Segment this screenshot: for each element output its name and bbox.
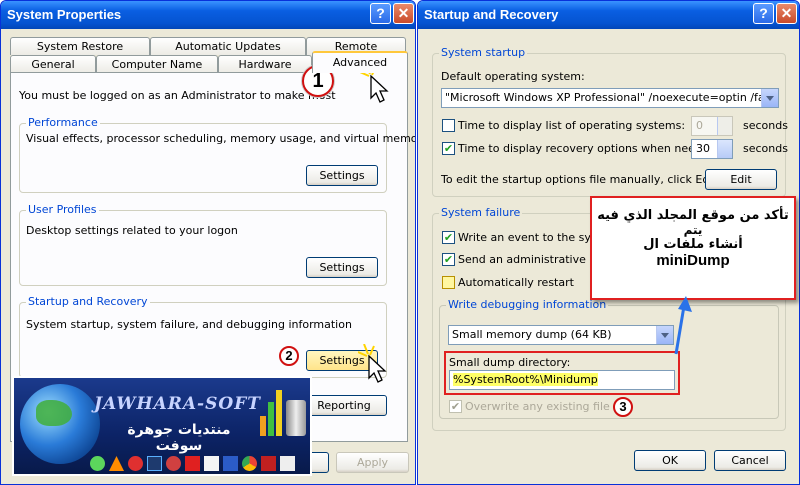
user-profiles-settings-button[interactable]: Settings xyxy=(306,257,378,278)
time-list-seconds: seconds xyxy=(743,119,788,132)
marker-3: 3 xyxy=(613,397,633,417)
time-list-checkbox[interactable] xyxy=(442,119,455,132)
performance-group: Performance Visual effects, processor sc… xyxy=(19,116,415,193)
tab-automatic-updates[interactable]: Automatic Updates xyxy=(150,37,306,55)
app-icon xyxy=(280,456,295,471)
app-icon xyxy=(261,456,276,471)
default-os-label: Default operating system: xyxy=(441,70,585,83)
time-recovery-spinner[interactable]: 30 xyxy=(691,139,733,159)
tab-advanced[interactable]: Advanced xyxy=(312,51,408,73)
system-startup-group: System startup Default operating system:… xyxy=(432,46,788,197)
system-startup-title: System startup xyxy=(439,46,528,59)
admin-note: You must be logged on as an Administrato… xyxy=(19,89,339,102)
bar-chart-icon xyxy=(260,388,282,436)
time-recovery-label: Time to display recovery options when ne… xyxy=(458,142,720,155)
spinner-arrows-icon[interactable] xyxy=(717,140,732,158)
arrow-up-icon xyxy=(674,296,692,355)
startup-recovery-group: Startup and Recovery System startup, sys… xyxy=(19,295,387,378)
callout-line-3: أنشاء ملفات ال xyxy=(643,237,743,252)
time-recovery-checkbox[interactable]: ✔ xyxy=(442,142,455,155)
callout-line-2: يتم xyxy=(683,223,703,237)
app-icon xyxy=(147,456,162,471)
auto-restart-label: Automatically restart xyxy=(458,276,574,289)
app-icon xyxy=(109,456,124,471)
dialog-title: Startup and Recovery xyxy=(424,7,559,22)
help-button[interactable]: ? xyxy=(370,3,391,24)
tab-computer-name[interactable]: Computer Name xyxy=(96,55,218,73)
time-recovery-value: 30 xyxy=(696,142,710,155)
help-button[interactable]: ? xyxy=(753,3,774,24)
app-icon xyxy=(204,456,219,471)
app-icon xyxy=(185,456,200,471)
brand-subtitle: منتديات جوهرة سوفت xyxy=(127,422,231,454)
app-icon xyxy=(242,456,257,471)
write-event-checkbox[interactable]: ✔ xyxy=(442,231,455,244)
dialog-titlebar: Startup and Recovery xyxy=(418,1,799,29)
time-list-label: Time to display list of operating system… xyxy=(458,119,686,132)
callout-line-1: تأكد من موقع المجلد الذي فيه xyxy=(597,208,789,223)
time-list-spinner: 0 xyxy=(691,116,733,136)
trash-bin-icon xyxy=(286,400,306,436)
default-os-select[interactable]: "Microsoft Windows XP Professional" /noe… xyxy=(441,88,779,108)
time-recovery-seconds: seconds xyxy=(743,142,788,155)
debug-type-select[interactable]: Small memory dump (64 KB) xyxy=(448,325,674,345)
window-title: System Properties xyxy=(7,7,122,22)
callout-box: تأكد من موقع المجلد الذي فيه يتم أنشاء م… xyxy=(590,196,796,300)
app-icon xyxy=(90,456,105,471)
debug-info-title: Write debugging information xyxy=(446,298,609,311)
callout-line-4: miniDump xyxy=(656,252,730,269)
edit-button[interactable]: Edit xyxy=(705,169,777,190)
close-button[interactable]: ✕ xyxy=(393,3,414,24)
tab-general[interactable]: General xyxy=(10,55,96,73)
app-icon xyxy=(128,456,143,471)
spinner-arrows-icon xyxy=(717,117,732,135)
performance-title: Performance xyxy=(26,116,100,129)
overwrite-label: Overwrite any existing file xyxy=(465,400,610,413)
apply-button: Apply xyxy=(336,452,409,473)
performance-settings-button[interactable]: Settings xyxy=(306,165,378,186)
chevron-down-icon[interactable] xyxy=(761,89,778,107)
app-icon xyxy=(223,456,238,471)
brand-name: JAWHARA-SOFT xyxy=(94,394,261,414)
cancel-button[interactable]: Cancel xyxy=(714,450,786,471)
default-os-value: "Microsoft Windows XP Professional" /noe… xyxy=(445,91,779,104)
edit-note: To edit the startup options file manuall… xyxy=(441,173,721,186)
globe-land-icon xyxy=(36,400,72,426)
ok-button[interactable]: OK xyxy=(634,450,706,471)
app-icon xyxy=(166,456,181,471)
cursor-icon xyxy=(358,344,387,383)
startup-recovery-desc: System startup, system failure, and debu… xyxy=(26,318,352,331)
dump-dir-highlight xyxy=(444,351,680,395)
system-properties-titlebar: System Properties xyxy=(1,1,415,29)
tab-hardware[interactable]: Hardware xyxy=(218,55,312,73)
auto-restart-checkbox[interactable] xyxy=(442,276,455,289)
user-profiles-desc: Desktop settings related to your logon xyxy=(26,224,238,237)
app-icons-row xyxy=(90,454,310,474)
error-reporting-button[interactable]: Reporting xyxy=(301,395,387,416)
system-failure-title: System failure xyxy=(439,206,523,219)
jawhara-soft-banner: JAWHARA-SOFT منتديات جوهرة سوفت xyxy=(12,376,312,476)
user-profiles-group: User Profiles Desktop settings related t… xyxy=(19,203,387,286)
send-alert-checkbox[interactable]: ✔ xyxy=(442,253,455,266)
time-list-value: 0 xyxy=(696,119,703,132)
overwrite-checkbox: ✔ xyxy=(449,400,462,413)
marker-2: 2 xyxy=(279,346,299,366)
close-button[interactable]: ✕ xyxy=(776,3,797,24)
debug-type-value: Small memory dump (64 KB) xyxy=(452,328,612,341)
startup-recovery-title: Startup and Recovery xyxy=(26,295,150,308)
performance-desc: Visual effects, processor scheduling, me… xyxy=(26,132,416,145)
user-profiles-title: User Profiles xyxy=(26,203,99,216)
tab-system-restore[interactable]: System Restore xyxy=(10,37,150,55)
